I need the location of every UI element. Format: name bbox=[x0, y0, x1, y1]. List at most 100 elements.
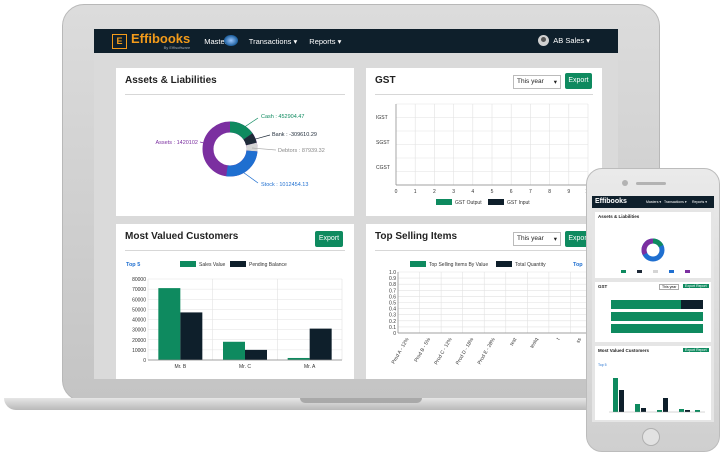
selling-y-tick: 0.2 bbox=[389, 319, 396, 325]
user-name: AB Sales ▾ bbox=[553, 36, 590, 45]
customers-x-label: Mr. B bbox=[174, 364, 186, 370]
gst-x-tick: 9 bbox=[567, 189, 570, 195]
selling-x-label: Prod C - 12% bbox=[433, 337, 453, 366]
avatar bbox=[538, 35, 550, 46]
user-menu[interactable]: AB Sales ▾ bbox=[538, 35, 590, 46]
selling-x-label: Prod E - 28% bbox=[477, 337, 497, 366]
selling-legend-value: Top Selling Items By Value bbox=[429, 262, 488, 268]
assets-donut-chart: Cash : 452904.47 Bank : -309610.29 Debto… bbox=[155, 114, 325, 188]
donut-slice-bank[interactable] bbox=[243, 133, 257, 146]
selling-x-label: test bbox=[509, 336, 519, 347]
phone-customers-bars bbox=[609, 378, 705, 413]
gst-x-tick: 3 bbox=[452, 189, 455, 195]
customers-x-label: Mr. C bbox=[239, 364, 251, 370]
bank-label: Bank : -309610.29 bbox=[272, 132, 317, 138]
selling-y-tick: 0 bbox=[393, 331, 396, 337]
phone-nav-transactions[interactable]: Transactions ▾ bbox=[664, 200, 687, 204]
selling-x-label: testq bbox=[529, 337, 540, 350]
gst-cat-sgst: SGST bbox=[376, 140, 390, 146]
donut-slice-debtors[interactable] bbox=[246, 142, 258, 152]
gst-chart: 012345678910 IGST SGST CGST GST Output G… bbox=[376, 103, 591, 206]
phone-brand[interactable]: Effibooks bbox=[595, 198, 627, 205]
selling-top-label: Top bbox=[573, 262, 583, 268]
gst-x-tick: 4 bbox=[471, 189, 474, 195]
customers-y-tick: 30000 bbox=[132, 328, 146, 334]
assets-panel: Assets & Liabilities Cash : 452904.47 Ba… bbox=[116, 68, 354, 216]
gst-cat-cgst: CGST bbox=[376, 165, 390, 171]
customers-bar-sales[interactable] bbox=[158, 288, 181, 360]
phone-speaker bbox=[636, 182, 666, 185]
selling-x-label: Prod D - 18% bbox=[455, 337, 475, 366]
brand-e-icon: E bbox=[112, 33, 127, 49]
gst-x-tick: 7 bbox=[529, 189, 532, 195]
phone-home-button[interactable] bbox=[642, 428, 660, 446]
gst-x-tick: 8 bbox=[548, 189, 551, 195]
customers-y-tick: 20000 bbox=[132, 338, 146, 344]
stage: E Effibooks By Effisoftware Masters ▾ Tr… bbox=[0, 0, 726, 452]
gst-x-tick: 0 bbox=[395, 189, 398, 195]
laptop-notch bbox=[300, 398, 422, 403]
customers-legend-pending: Pending Balance bbox=[249, 262, 287, 268]
gst-cat-igst: IGST bbox=[376, 115, 388, 121]
selling-legend-qty: Total Quantity bbox=[515, 262, 546, 268]
selling-legend-value-swatch bbox=[410, 261, 426, 267]
gst-x-tick: 6 bbox=[510, 189, 513, 195]
customers-bar-pending[interactable] bbox=[245, 349, 267, 360]
customers-legend-sales-swatch bbox=[180, 261, 196, 267]
phone-gst-bars bbox=[611, 300, 703, 333]
selling-panel: Top Selling Items This year ▾ Export Top… bbox=[366, 224, 602, 379]
selling-y-tick: 0.8 bbox=[389, 282, 396, 288]
gst-x-tick: 5 bbox=[491, 189, 494, 195]
customers-bar-sales[interactable] bbox=[223, 341, 245, 360]
customers-legend-pending-swatch bbox=[230, 261, 246, 267]
cursor-highlight-icon bbox=[224, 35, 238, 46]
selling-y-tick: 0.1 bbox=[389, 325, 396, 331]
debtors-label: Debtors : 87939.32 bbox=[278, 148, 325, 154]
customers-y-tick: 50000 bbox=[132, 307, 146, 313]
top-navbar: E Effibooks By Effisoftware Masters ▾ Tr… bbox=[94, 29, 618, 53]
selling-x-label: Prod B - 5% bbox=[413, 337, 432, 364]
phone-navbar: Effibooks Masters ▾ Transactions ▾ Repor… bbox=[592, 196, 714, 208]
customers-y-tick: 10000 bbox=[132, 348, 146, 354]
customers-bar-pending[interactable] bbox=[309, 328, 332, 360]
customers-legend-sales: Sales Value bbox=[199, 262, 226, 268]
nav-reports[interactable]: Reports ▾ bbox=[309, 37, 341, 46]
brand-logo[interactable]: E Effibooks By Effisoftware bbox=[112, 30, 191, 50]
selling-x-label: ss bbox=[575, 337, 583, 345]
phone-gst-panel: GST This year Export Report bbox=[595, 282, 711, 342]
phone-nav-reports[interactable]: Reports ▾ bbox=[692, 200, 707, 204]
phone-nav-masters[interactable]: Masters ▾ bbox=[646, 200, 661, 204]
customers-x-label: Mr. A bbox=[304, 364, 316, 370]
selling-y-tick: 0.3 bbox=[389, 313, 396, 319]
selling-y-tick: 0.4 bbox=[389, 307, 396, 313]
customers-bar-pending[interactable] bbox=[180, 312, 203, 360]
phone-assets-donut bbox=[621, 238, 690, 273]
customers-bar-chart: Top 5 Sales Value Pending Balance 80000 7… bbox=[126, 261, 343, 370]
phone-assets-panel: Assets & Liabilities bbox=[595, 212, 711, 278]
gst-panel: GST This year ▾ Export 012345678910 IGST… bbox=[366, 68, 602, 216]
gst-x-tick: 2 bbox=[433, 189, 436, 195]
selling-x-label: Prod A - 12% bbox=[391, 337, 411, 366]
selling-y-tick: 0.9 bbox=[389, 276, 396, 282]
customers-y-tick: 40000 bbox=[132, 318, 146, 324]
stock-label: Stock : 1012454.13 bbox=[261, 182, 308, 188]
laptop-screen: E Effibooks By Effisoftware Masters ▾ Tr… bbox=[94, 29, 618, 379]
customers-y-tick: 0 bbox=[143, 358, 146, 364]
selling-legend-qty-swatch bbox=[496, 261, 512, 267]
selling-x-label: t bbox=[556, 336, 562, 341]
phone-screen: Effibooks Masters ▾ Transactions ▾ Repor… bbox=[592, 196, 714, 422]
selling-y-tick: 0.7 bbox=[389, 288, 396, 294]
customers-panel: Most Valued Customers Export Top 5 Sales… bbox=[116, 224, 354, 379]
cash-label: Cash : 452904.47 bbox=[261, 114, 304, 120]
nav-transactions[interactable]: Transactions ▾ bbox=[249, 37, 298, 46]
gst-legend-input-swatch bbox=[488, 199, 504, 205]
customers-y-tick: 70000 bbox=[132, 287, 146, 293]
brand-name: Effibooks bbox=[131, 30, 191, 46]
customers-y-tick: 80000 bbox=[132, 277, 146, 283]
customers-top-label: Top 5 bbox=[126, 262, 140, 268]
gst-x-tick: 1 bbox=[414, 189, 417, 195]
donut-hole bbox=[214, 133, 246, 165]
gst-legend-output-swatch bbox=[436, 199, 452, 205]
selling-y-tick: 0.5 bbox=[389, 301, 396, 307]
phone-camera bbox=[622, 180, 628, 186]
